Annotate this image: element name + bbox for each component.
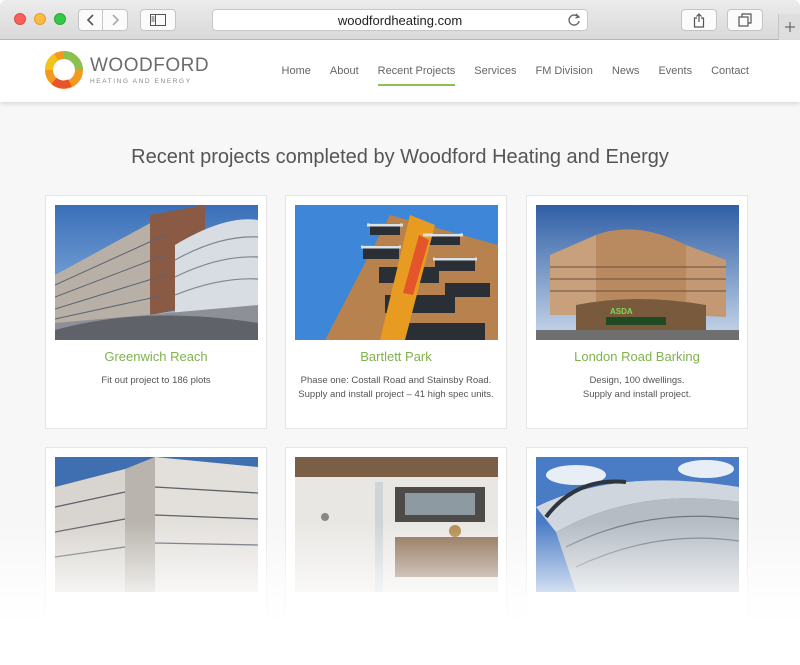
address-bar[interactable]: woodfordheating.com	[212, 9, 588, 31]
minimize-window-button[interactable]	[34, 13, 46, 25]
project-image[interactable]	[295, 205, 498, 340]
logo-ring-icon	[45, 51, 83, 89]
share-icon	[693, 12, 705, 28]
project-image[interactable]	[55, 205, 258, 340]
nav-fm-division[interactable]: FM Division	[535, 40, 592, 102]
main-nav: Home About Recent Projects Services FM D…	[263, 40, 749, 102]
page-title: Recent projects completed by Woodford He…	[131, 146, 669, 168]
logo-name: WOODFORD	[90, 54, 210, 76]
back-button[interactable]	[78, 9, 103, 31]
project-card[interactable]	[526, 447, 748, 665]
project-description: Fit out project to 186 plots	[101, 375, 211, 386]
project-description: Phase one: Costall Road and Stainsby Roa…	[298, 375, 494, 400]
project-title[interactable]: Bartlett Park	[286, 349, 506, 364]
project-card[interactable]: Bartlett Park Phase one: Costall Road an…	[285, 195, 507, 429]
logo-tagline: HEATING AND ENERGY	[90, 77, 192, 85]
close-window-button[interactable]	[14, 13, 26, 25]
project-card[interactable]: Greenwich Reach Fit out project to 186 p…	[45, 195, 267, 429]
project-title[interactable]: Greenwich Reach	[46, 349, 266, 364]
project-image[interactable]: ASDA	[536, 205, 739, 340]
site-logo[interactable]: WOODFORD HEATING AND ENERGY	[44, 50, 209, 90]
nav-recent-projects[interactable]: Recent Projects	[377, 40, 455, 102]
project-title[interactable]: London Road Barking	[527, 349, 747, 364]
tabs-icon	[738, 13, 752, 27]
sidebar-icon	[150, 14, 166, 26]
project-description: Design, 100 dwellings. Supply and instal…	[582, 375, 692, 400]
nav-home[interactable]: Home	[282, 40, 311, 102]
nav-contact[interactable]: Contact	[711, 40, 749, 102]
project-card[interactable]: ASDA London Road Barking Design, 100 dwe…	[526, 195, 748, 429]
nav-news[interactable]: News	[612, 40, 640, 102]
forward-button[interactable]	[103, 9, 128, 31]
project-card[interactable]	[285, 447, 507, 665]
chevron-left-icon	[86, 14, 94, 26]
nav-about[interactable]: About	[330, 40, 359, 102]
project-image[interactable]	[536, 457, 739, 592]
nav-services[interactable]: Services	[474, 40, 516, 102]
show-tabs-button[interactable]	[727, 9, 763, 31]
zoom-window-button[interactable]	[54, 13, 66, 25]
share-button[interactable]	[681, 9, 717, 31]
reload-icon[interactable]	[567, 13, 581, 30]
chevron-right-icon	[112, 14, 120, 26]
new-tab-button[interactable]	[778, 14, 800, 40]
site-header: WOODFORD HEATING AND ENERGY Home About R…	[0, 40, 800, 102]
project-image[interactable]	[295, 457, 498, 592]
sidebar-toggle-button[interactable]	[140, 9, 176, 31]
main-content: Recent projects completed by Woodford He…	[0, 102, 800, 665]
url-text: woodfordheating.com	[337, 12, 463, 28]
project-card[interactable]	[45, 447, 267, 665]
store-sign: ASDA	[610, 307, 633, 316]
plus-icon	[784, 22, 795, 32]
browser-toolbar: woodfordheating.com	[0, 0, 800, 40]
project-image[interactable]	[55, 457, 258, 592]
nav-events[interactable]: Events	[658, 40, 692, 102]
